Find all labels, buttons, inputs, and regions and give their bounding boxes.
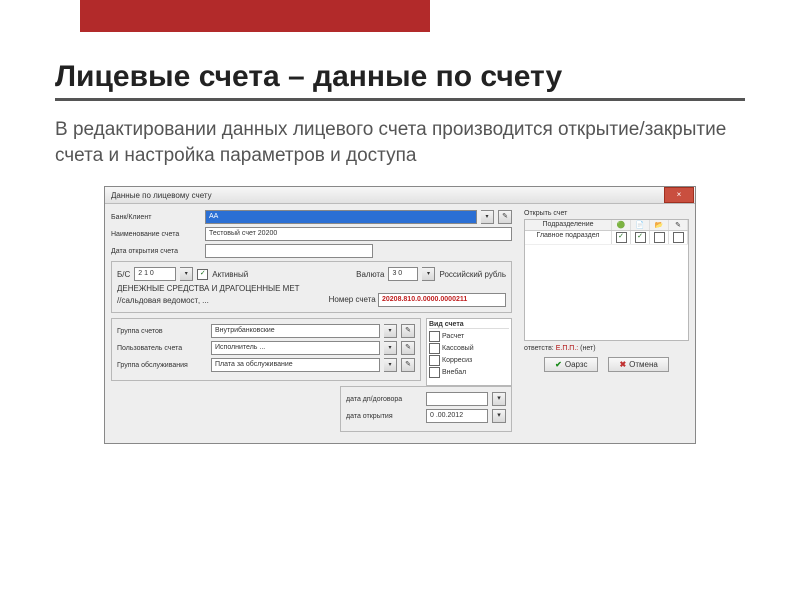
group-dropdown-icon[interactable]: ▾	[384, 324, 397, 338]
opendate2-picker-icon[interactable]: ▾	[492, 409, 506, 423]
perm-ico-2: 📄	[631, 220, 650, 230]
responsible-row: ответств: Е.П.П.: (нет)	[524, 345, 689, 352]
svcgroup-input[interactable]: Плата за обслуживание	[211, 358, 380, 372]
currency-code-input[interactable]: 3 0	[388, 267, 418, 281]
accname-label: Наименование счета	[111, 231, 201, 238]
params-section: Группа счетов Внутрибанковские ▾ ✎ Польз…	[111, 318, 421, 381]
svcgroup-dropdown-icon[interactable]: ▾	[384, 358, 397, 372]
group-label: Группа счетов	[117, 328, 207, 335]
list-item[interactable]: Внебал	[429, 367, 509, 378]
app-window: Данные по лицевому счету × Банк/Клиент А…	[104, 186, 696, 444]
currency-label: Валюта	[356, 270, 384, 279]
currency-dropdown-icon[interactable]: ▾	[422, 267, 435, 281]
table-row[interactable]: Главное подраздел ✓ ✓	[525, 231, 688, 245]
accname-input[interactable]: Тестовый счет 20200	[205, 227, 512, 241]
opendate2-input[interactable]: 0 .00.2012	[426, 409, 488, 423]
account-desc2: //сальдовая ведомост‚ ...	[117, 296, 209, 305]
contractdate-label: дата дп/договора	[346, 396, 422, 403]
opendate-input[interactable]	[205, 244, 373, 258]
link-open[interactable]: Открыть счет	[524, 210, 567, 217]
active-label: Активный	[212, 270, 248, 279]
catlist-header: Вид счета	[429, 321, 509, 329]
opendate-label: Дата открытия счета	[111, 248, 201, 255]
bs-dropdown-icon[interactable]: ▾	[180, 267, 193, 281]
perm-ico-1: 🟢	[612, 220, 631, 230]
svcgroup-edit-button[interactable]: ✎	[401, 358, 415, 372]
window-title: Данные по лицевому счету	[111, 191, 212, 200]
contractdate-picker-icon[interactable]: ▾	[492, 392, 506, 406]
client-dropdown-icon[interactable]: ▾	[481, 210, 494, 224]
check-icon: ✔	[555, 360, 562, 369]
perm-ico-3: 📂	[650, 220, 669, 230]
bs-input[interactable]: 2 1 0	[134, 267, 176, 281]
list-item[interactable]: Корресиз	[429, 355, 509, 366]
bs-label: Б/С	[117, 270, 130, 279]
contractdate-input[interactable]	[426, 392, 488, 406]
right-links: Открыть счет	[524, 210, 689, 217]
account-desc1: ДЕНЕЖНЫЕ СРЕДСТВА И ДРАГОЦЕННЫЕ МЕТ	[117, 284, 506, 293]
dates-section: дата дп/договора ▾ дата открытия 0 .00.2…	[340, 386, 512, 432]
close-button[interactable]: ×	[664, 187, 694, 203]
account-section: Б/С 2 1 0 ▾ ✓ Активный Валюта 3 0 ▾ Росс…	[111, 261, 512, 313]
perm-col-name: Подразделение	[525, 220, 612, 230]
group-edit-button[interactable]: ✎	[401, 324, 415, 338]
opendate2-label: дата открытия	[346, 413, 422, 420]
ok-button[interactable]: ✔ Оарзс	[544, 357, 598, 372]
svcgroup-label: Группа обслуживания	[117, 362, 207, 369]
user-input[interactable]: Исполнитель ...	[211, 341, 380, 355]
permissions-table: Подразделение 🟢 📄 📂 ✎ Главное подраздел …	[524, 219, 689, 341]
slide-subtitle: В редактировании данных лицевого счета п…	[55, 117, 745, 168]
title-underline	[55, 98, 745, 101]
perm-ico-4: ✎	[669, 220, 688, 230]
x-icon: ✖	[619, 360, 626, 369]
group-input[interactable]: Внутрибанковские	[211, 324, 380, 338]
user-dropdown-icon[interactable]: ▾	[384, 341, 397, 355]
list-item[interactable]: Расчет	[429, 331, 509, 342]
slide-top-accent	[80, 0, 430, 32]
user-label: Пользователь счета	[117, 345, 207, 352]
active-checkbox[interactable]: ✓	[197, 269, 208, 280]
client-input[interactable]: АА	[205, 210, 477, 224]
accnumber-label: Номер счета	[329, 295, 376, 304]
list-item[interactable]: Кассовый	[429, 343, 509, 354]
currency-name: Российский рубль	[439, 270, 506, 279]
client-label: Банк/Клиент	[111, 214, 201, 221]
slide-title: Лицевые счета – данные по счету	[55, 60, 745, 94]
cancel-button[interactable]: ✖ Отмена	[608, 357, 668, 372]
window-titlebar: Данные по лицевому счету ×	[105, 187, 695, 204]
client-edit-button[interactable]: ✎	[498, 210, 512, 224]
accnumber-value[interactable]: 20208.810.0.0000.0000211	[378, 293, 506, 307]
category-list: Вид счета Расчет Кассовый Корресиз Внеба…	[426, 318, 512, 386]
user-edit-button[interactable]: ✎	[401, 341, 415, 355]
